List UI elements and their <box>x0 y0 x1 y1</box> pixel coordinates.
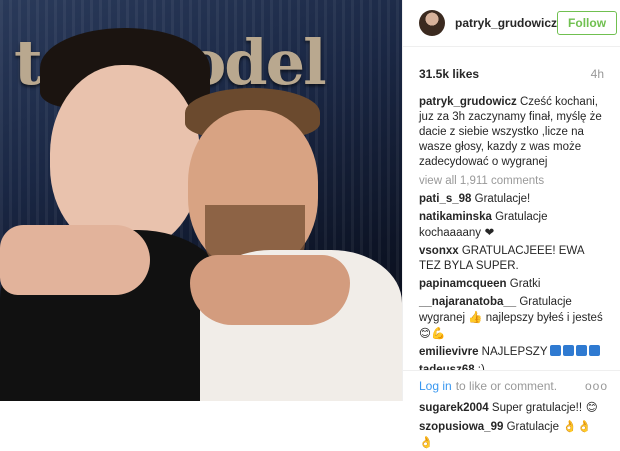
post-footer: Log in to like or comment. ooo <box>403 370 620 401</box>
comment-user-link[interactable]: emilievivre <box>419 346 478 358</box>
caption: patryk_grudowicz Cześć kochani, juz za 3… <box>419 95 604 170</box>
comment-user-link[interactable]: pati_s_98 <box>419 193 471 205</box>
flag-icon <box>575 345 587 356</box>
post-photo[interactable]: topmodel <box>0 0 402 401</box>
comment-row: vsonxx GRATULACJEEE! EWA TEZ BYLA SUPER. <box>419 244 604 274</box>
caption-user-link[interactable]: patryk_grudowicz <box>419 96 517 108</box>
comment-row: pati_s_98 Gratulacje! <box>419 192 604 207</box>
post-view: topmodel patryk_grudowicz Follow 31.5k l… <box>0 0 620 449</box>
avatar[interactable] <box>419 10 445 36</box>
username-link[interactable]: patryk_grudowicz <box>455 16 557 30</box>
emoji-icon: 😊 <box>582 400 598 414</box>
flag-icon <box>562 345 574 356</box>
comment-user-link[interactable]: __najaranatoba__ <box>419 296 516 308</box>
post-header: patryk_grudowicz Follow <box>403 0 620 47</box>
flag-icon <box>549 345 561 356</box>
more-options-icon[interactable]: ooo <box>585 379 608 393</box>
comment-row: papinamcqueen Gratki <box>419 277 604 292</box>
person-left-face <box>50 65 200 250</box>
login-prompt-text: to like or comment. <box>455 379 558 393</box>
emoji-icon: ❤ <box>481 225 495 239</box>
comment-text: Gratulacje! <box>471 193 531 205</box>
emoji-icon: 😊💪 <box>419 326 446 340</box>
post-time[interactable]: 4h <box>591 67 604 81</box>
comment-row: szopusiowa_99 Gratulacje 👌👌👌 <box>419 419 604 451</box>
flag-icon <box>588 345 600 356</box>
comment-text: Gratki <box>506 278 541 290</box>
comment-row: sugarek2004 Super gratulacje!! 😊 <box>419 400 604 416</box>
comment-user-link[interactable]: szopusiowa_99 <box>419 421 503 433</box>
login-link[interactable]: Log in <box>419 379 452 393</box>
post-meta: 31.5k likes 4h <box>403 47 620 89</box>
comment-row: __najaranatoba__ Gratulacje wygranej 👍 n… <box>419 295 604 342</box>
post-side-panel: patryk_grudowicz Follow 31.5k likes 4h p… <box>402 0 620 449</box>
follow-button[interactable]: Follow <box>557 11 618 35</box>
comment-user-link[interactable]: vsonxx <box>419 245 459 257</box>
comment-text: NAJLEPSZY <box>478 346 548 358</box>
view-all-comments-link[interactable]: view all 1,911 comments <box>419 174 604 189</box>
comment-user-link[interactable]: sugarek2004 <box>419 402 489 414</box>
pointing-hand-right <box>190 255 350 325</box>
comment-user-link[interactable]: papinamcqueen <box>419 278 507 290</box>
comment-text: Super gratulacje!! <box>488 402 583 414</box>
comment-row: emilievivre NAJLEPSZY <box>419 345 604 360</box>
comment-row: natikaminska Gratulacje kochaaaany ❤ <box>419 210 604 241</box>
comment-text: Gratulacje <box>503 421 559 433</box>
likes-count[interactable]: 31.5k likes <box>419 67 479 81</box>
comment-user-link[interactable]: natikaminska <box>419 211 492 223</box>
pointing-hand-left <box>0 225 150 295</box>
